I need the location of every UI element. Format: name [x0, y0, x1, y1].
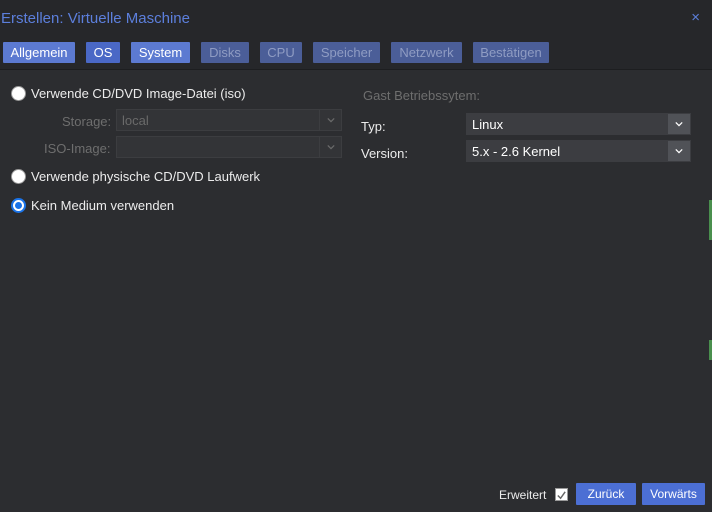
tab-disks: Disks — [201, 42, 249, 63]
iso-option-label: Verwende CD/DVD Image-Datei (iso) — [31, 85, 246, 101]
dialog-titlebar: Erstellen: Virtuelle Maschine × — [0, 0, 712, 36]
version-value: 5.x - 2.6 Kernel — [472, 144, 561, 159]
advanced-checkbox[interactable] — [555, 488, 568, 501]
tab-netzwerk: Netzwerk — [391, 42, 462, 63]
dialog-title: Erstellen: Virtuelle Maschine — [1, 10, 190, 27]
tab-system[interactable]: System — [131, 42, 190, 63]
physical-option-row[interactable]: Verwende physische CD/DVD Laufwerk — [11, 167, 260, 185]
tab-allgemein[interactable]: Allgemein — [3, 42, 75, 63]
checkmark-icon — [557, 491, 566, 500]
chevron-down-icon — [319, 110, 341, 130]
tab-bestaetigen: Bestätigen — [473, 42, 549, 63]
tab-speicher: Speicher — [313, 42, 380, 63]
storage-value: local — [122, 113, 149, 128]
guest-os-heading: Gast Betriebssytem: — [363, 88, 481, 103]
advanced-label: Erweitert — [499, 488, 547, 502]
version-select[interactable]: 5.x - 2.6 Kernel — [466, 140, 691, 162]
iso-image-select — [116, 136, 342, 158]
chevron-down-icon[interactable] — [668, 114, 690, 134]
type-value: Linux — [472, 117, 504, 132]
iso-option-radio[interactable] — [11, 85, 26, 101]
storage-label: Storage: — [62, 114, 112, 129]
physical-option-radio[interactable] — [11, 168, 26, 184]
type-select[interactable]: Linux — [466, 113, 691, 135]
chevron-down-icon — [319, 137, 341, 157]
wizard-tabbar: Allgemein OS System Disks CPU Speicher N… — [0, 36, 712, 70]
iso-image-label: ISO-Image: — [44, 141, 111, 156]
none-option-radio[interactable] — [11, 197, 26, 213]
version-label: Version: — [361, 146, 408, 161]
next-button[interactable]: Vorwärts — [642, 483, 705, 505]
tab-os[interactable]: OS — [86, 42, 120, 63]
type-label: Typ: — [361, 119, 386, 134]
tab-cpu: CPU — [260, 42, 302, 63]
back-button[interactable]: Zurück — [576, 483, 636, 505]
iso-option-row[interactable]: Verwende CD/DVD Image-Datei (iso) — [11, 84, 246, 102]
chevron-down-icon[interactable] — [668, 141, 690, 161]
close-icon[interactable]: × — [691, 10, 700, 26]
vm-create-dialog: Erstellen: Virtuelle Maschine × Allgemei… — [0, 0, 712, 512]
physical-option-label: Verwende physische CD/DVD Laufwerk — [31, 168, 261, 184]
none-option-label: Kein Medium verwenden — [31, 197, 175, 213]
storage-select: local — [116, 109, 342, 131]
none-option-row[interactable]: Kein Medium verwenden — [11, 196, 174, 214]
